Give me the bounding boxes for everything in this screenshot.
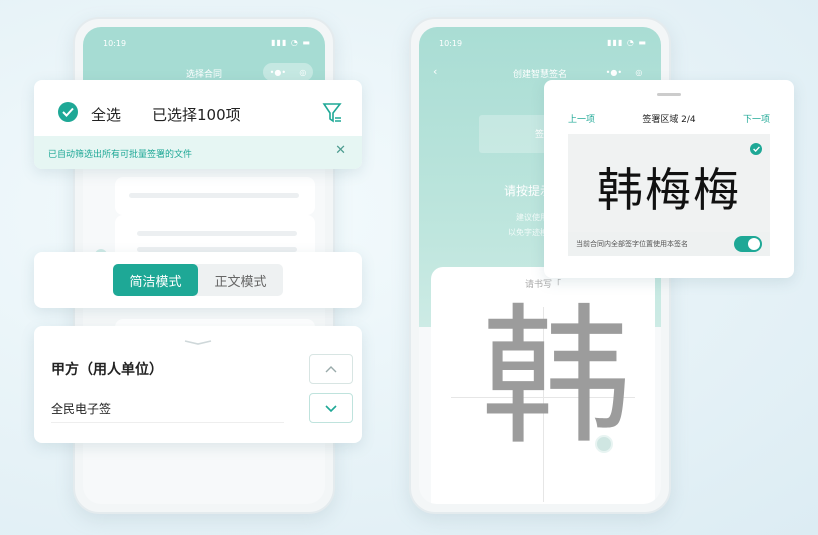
placeholder-line <box>137 231 297 236</box>
party-card: 甲方（用人单位） 全民电子签 <box>34 326 362 443</box>
chevron-down-icon <box>325 404 337 412</box>
mode-segmented-control: 简洁模式 正文模式 <box>113 264 283 296</box>
pen-cursor-icon <box>595 435 613 453</box>
status-icons: ▮▮▮ ◔ ▬ <box>607 38 647 47</box>
apply-all-toggle[interactable] <box>734 236 762 252</box>
list-item <box>115 177 315 215</box>
chevron-up-icon <box>325 365 337 372</box>
divider <box>51 422 284 423</box>
selected-count: 已选择100项 <box>152 106 241 124</box>
signature-text: 韩梅梅 <box>597 163 741 217</box>
party-title: 甲方（用人单位） <box>51 362 163 378</box>
select-all-label[interactable]: 全选 <box>91 104 121 125</box>
signature-preview[interactable]: 韩梅梅 当前合同内全部签字位置使用本签名 <box>568 134 770 256</box>
check-icon <box>750 143 762 155</box>
sign-area-card: 上一项 签署区域 2/4 下一项 韩梅梅 当前合同内全部签字位置使用本签名 <box>544 80 794 278</box>
handwriting-pad[interactable]: 请书写「 韩 <box>431 267 655 504</box>
signature-canvas: 韩梅梅 <box>568 134 770 232</box>
close-mini-icon[interactable]: ◎ <box>635 68 642 77</box>
status-time: 10:19 <box>103 39 127 48</box>
status-icons: ▮▮▮ ◔ ▬ <box>271 38 311 47</box>
apply-all-label: 当前合同内全部签字位置使用本签名 <box>576 240 688 248</box>
check-icon[interactable] <box>58 102 78 122</box>
party-value: 全民电子签 <box>51 402 112 416</box>
filter-icon[interactable] <box>322 102 342 128</box>
notice-bar: 已自动筛选出所有可批量签署的文件 ✕ <box>34 136 362 169</box>
status-time: 10:19 <box>439 39 463 48</box>
mini-program-capsule[interactable]: •●• ◎ <box>599 63 649 81</box>
chevron-up-button[interactable] <box>309 354 353 384</box>
toggle-knob <box>748 238 760 250</box>
notice-text: 已自动筛选出所有可批量签署的文件 <box>48 150 193 160</box>
handwritten-char: 韩 <box>481 291 632 465</box>
placeholder-line <box>129 193 299 198</box>
close-icon[interactable]: ✕ <box>335 143 346 158</box>
mini-program-capsule[interactable]: •●• ◎ <box>263 63 313 81</box>
more-icon[interactable]: •●• <box>270 68 286 77</box>
more-icon[interactable]: •●• <box>606 68 622 77</box>
mode-text-button[interactable]: 正文模式 <box>198 264 283 296</box>
mode-simple-button[interactable]: 简洁模式 <box>113 264 198 296</box>
drag-handle-icon[interactable] <box>183 339 213 345</box>
select-all-card: 全选 已选择100项 已自动筛选出所有可批量签署的文件 ✕ <box>34 80 362 169</box>
close-mini-icon[interactable]: ◎ <box>299 68 306 77</box>
mode-toggle-card: 简洁模式 正文模式 <box>34 252 362 308</box>
apply-all-row: 当前合同内全部签字位置使用本签名 <box>568 232 770 256</box>
next-item-button[interactable]: 下一项 <box>743 112 770 125</box>
pad-label: 请书写「 <box>524 280 561 290</box>
chevron-down-button[interactable] <box>309 393 353 423</box>
drag-handle-icon[interactable] <box>657 93 681 96</box>
